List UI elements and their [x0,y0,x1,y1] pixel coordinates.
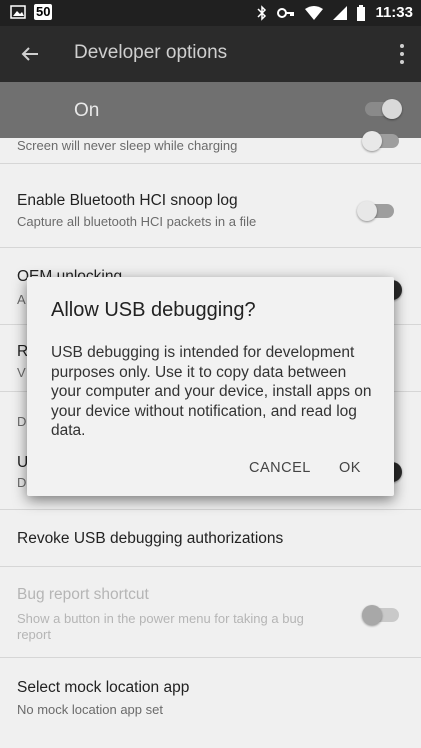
list-item-mock-location[interactable]: Select mock location app No mock locatio… [0,658,421,748]
item-title: Revoke USB debugging authorizations [17,530,284,547]
section-header-label: D [17,414,27,429]
item-subtitle: No mock location app set [17,702,163,717]
clock-time: 11:33 [375,4,413,21]
item-subtitle: A [17,292,26,307]
page-title: Developer options [74,42,228,63]
master-switch-bar[interactable]: On [0,82,421,138]
item-subtitle: D [17,475,27,490]
signal-icon [333,5,348,20]
ok-button[interactable]: OK [339,460,361,476]
key-icon [277,7,295,18]
notification-count-badge: 50 [34,4,53,20]
bug-report-toggle [362,605,399,625]
item-subtitle: Show a button in the power menu for taki… [17,611,304,642]
item-title: Select mock location app [17,679,190,696]
toggle-knob [362,605,382,625]
master-switch-label: On [74,100,100,121]
arrow-back-icon[interactable] [16,40,44,68]
status-bar: 50 11:33 [0,0,421,26]
list-item-bug-report: Bug report shortcut Show a button in the… [0,567,421,658]
bluetooth-icon [257,4,267,21]
list-item-bt-hci-snoop[interactable]: Enable Bluetooth HCI snoop log Capture a… [0,164,421,248]
dialog-title: Allow USB debugging? [51,299,256,321]
master-toggle[interactable] [365,99,402,119]
overflow-menu-icon[interactable] [397,42,407,66]
bt-hci-toggle[interactable] [357,201,394,221]
battery-icon [357,4,366,21]
item-subtitle: Capture all bluetooth HCI packets in a f… [17,214,257,229]
stay-awake-toggle[interactable] [362,131,399,151]
item-subtitle: V [17,365,26,380]
list-item-revoke-usb[interactable]: Revoke USB debugging authorizations [0,510,421,567]
item-title: Enable Bluetooth HCI snoop log [17,192,238,209]
item-subtitle: Screen will never sleep while charging [17,138,238,153]
toggle-knob [357,201,377,221]
usb-debugging-dialog: Allow USB debugging? USB debugging is in… [27,277,394,496]
cancel-button[interactable]: CANCEL [249,460,311,476]
image-icon [10,5,26,19]
toggle-knob [362,131,382,151]
wifi-icon [305,5,324,20]
toolbar: Developer options [0,26,421,82]
list-item-stay-awake[interactable]: Screen will never sleep while charging [0,131,421,164]
item-title: Bug report shortcut [17,586,149,603]
dialog-body: USB debugging is intended for developmen… [51,344,372,439]
toggle-knob [382,99,402,119]
